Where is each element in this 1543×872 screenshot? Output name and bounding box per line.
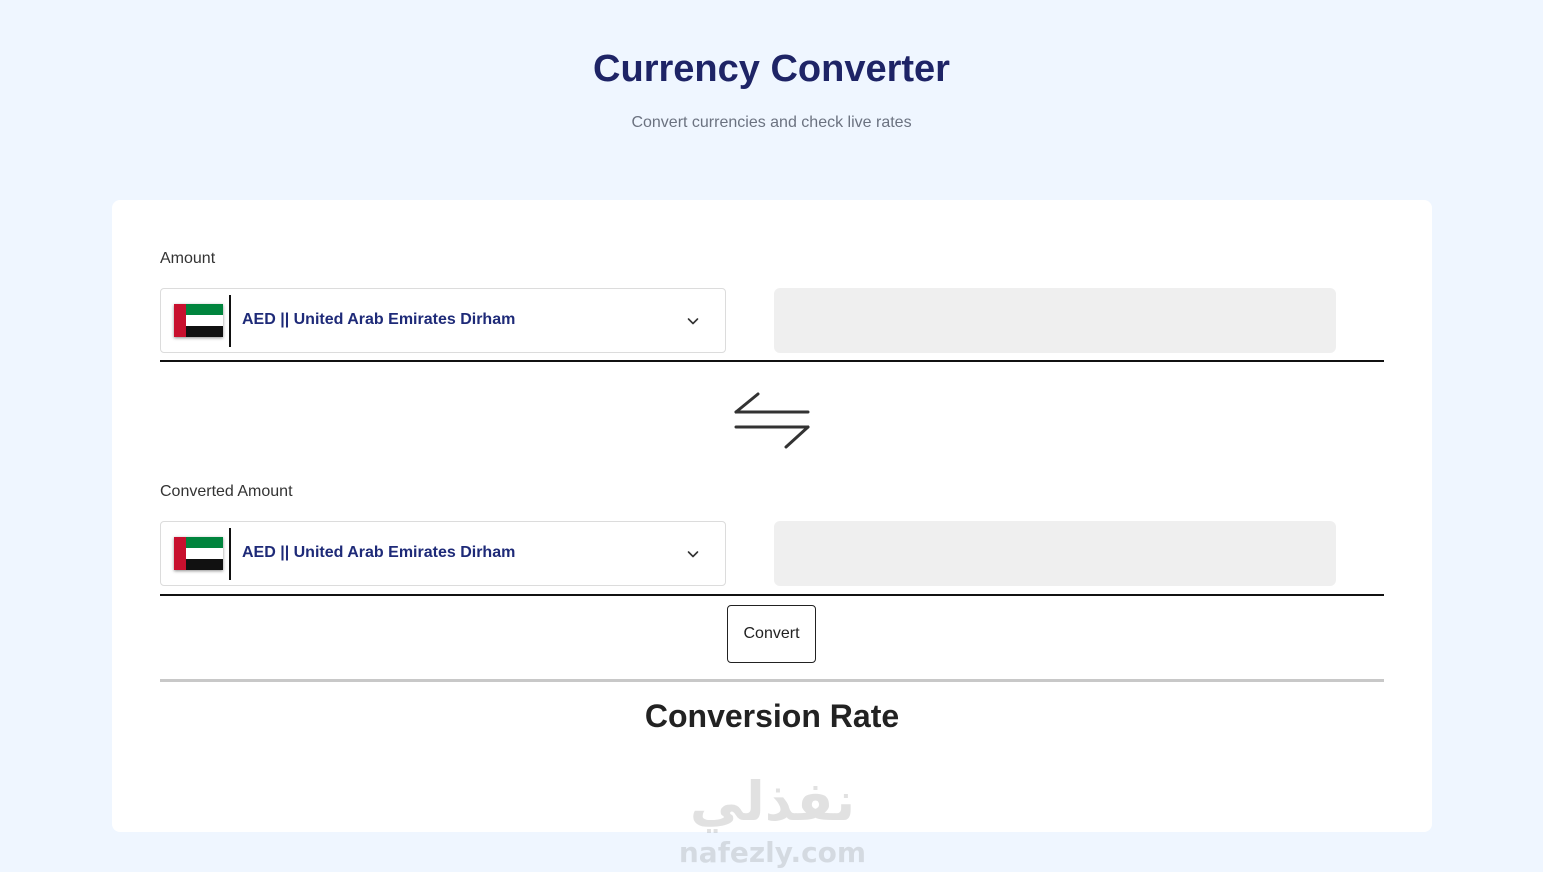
converter-card: Amount AED || United Arab Emirates Dirha…: [112, 200, 1432, 832]
convert-button[interactable]: Convert: [727, 605, 816, 663]
chevron-down-icon: [687, 551, 699, 558]
uae-flag-icon: [174, 304, 223, 337]
chevron-down-icon: [687, 318, 699, 325]
to-currency-select[interactable]: AED || United Arab Emirates Dirham: [160, 521, 726, 586]
from-underline: [160, 360, 1384, 362]
select-divider: [229, 295, 231, 347]
to-currency-value: AED || United Arab Emirates Dirham: [242, 544, 516, 561]
swap-arrows-icon[interactable]: [732, 392, 812, 450]
amount-input[interactable]: [774, 288, 1336, 353]
from-currency-select[interactable]: AED || United Arab Emirates Dirham: [160, 288, 726, 353]
page-title: Currency Converter: [593, 48, 950, 90]
amount-label: Amount: [160, 250, 216, 267]
select-divider: [229, 528, 231, 580]
page-subtitle: Convert currencies and check live rates: [631, 114, 912, 131]
section-divider: [160, 679, 1384, 682]
to-underline: [160, 594, 1384, 596]
converted-amount-label: Converted Amount: [160, 483, 293, 500]
converted-amount-input[interactable]: [774, 521, 1336, 586]
uae-flag-icon: [174, 537, 223, 570]
conversion-rate-title: Conversion Rate: [644, 698, 900, 734]
from-currency-value: AED || United Arab Emirates Dirham: [242, 311, 516, 328]
watermark-latin: nafezly.com: [678, 836, 867, 869]
